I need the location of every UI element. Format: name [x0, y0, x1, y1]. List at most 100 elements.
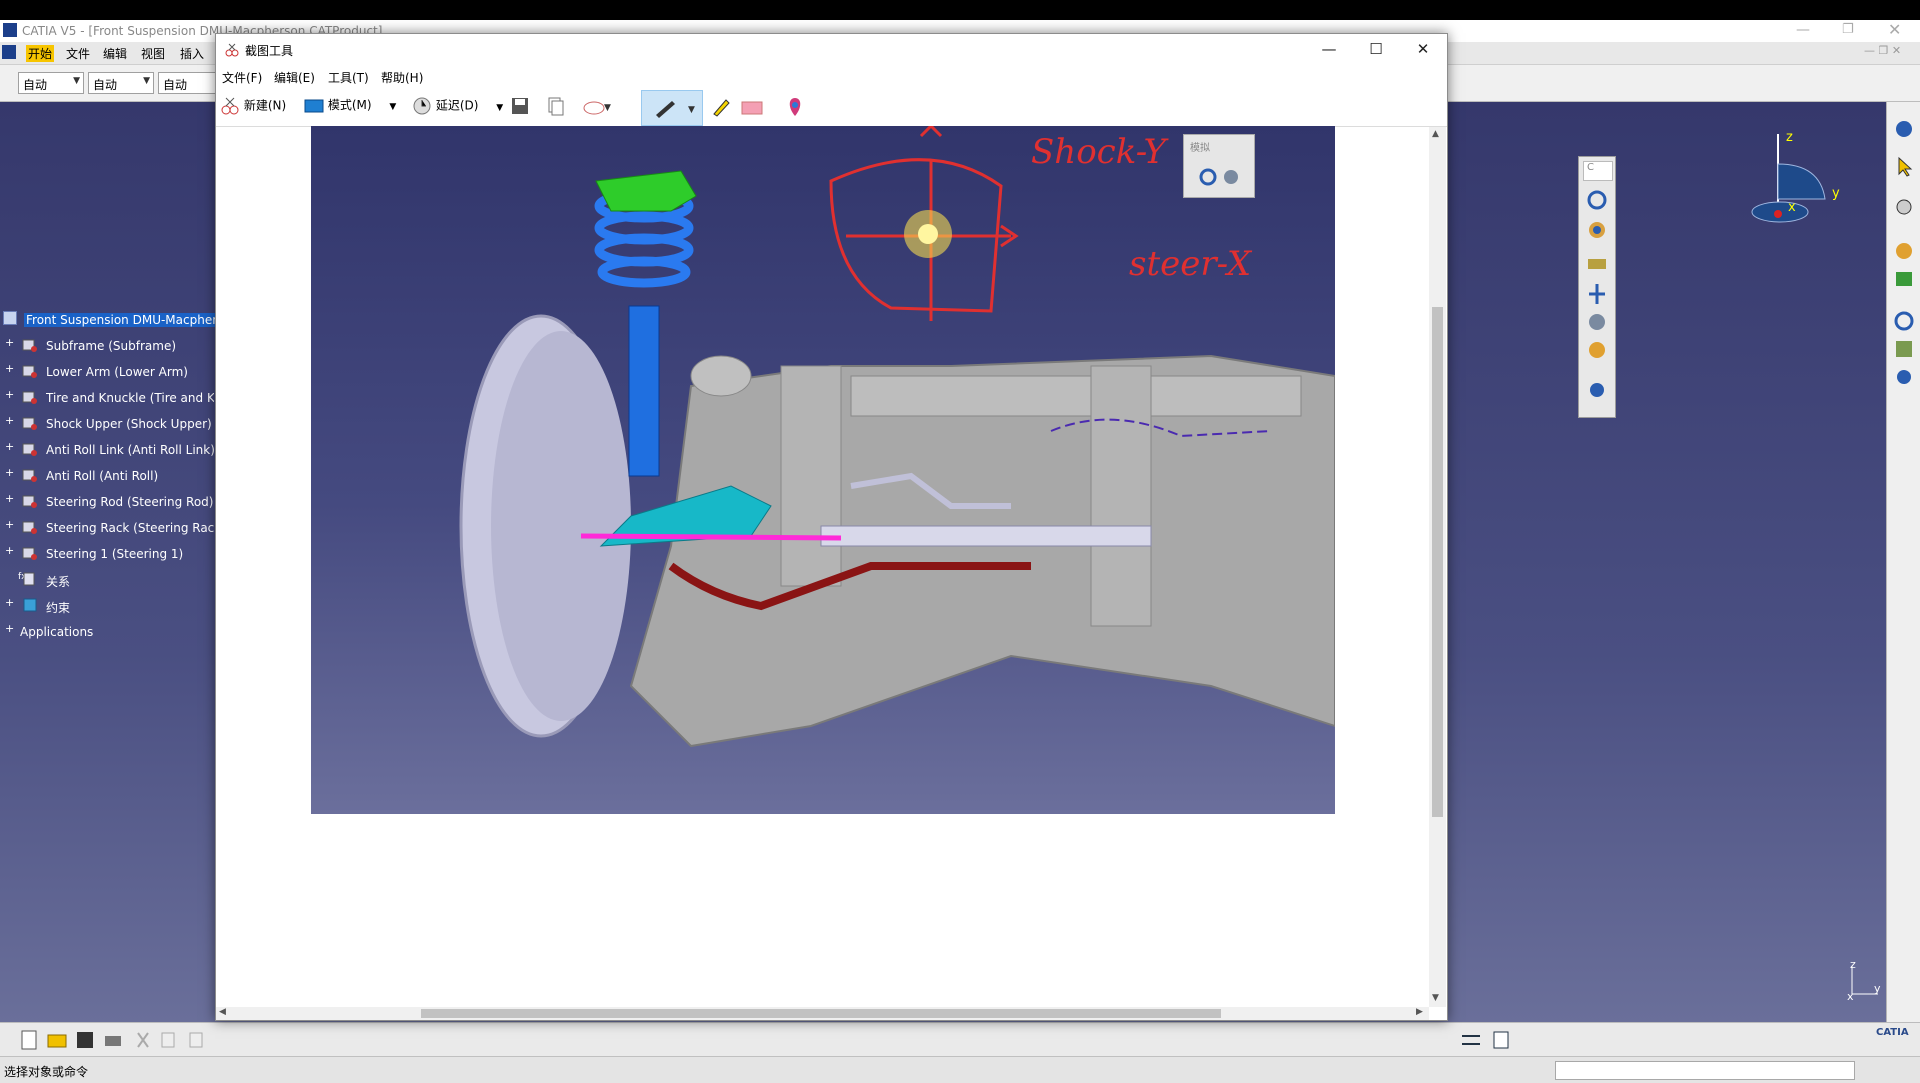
expand-icon[interactable]: + — [5, 467, 15, 478]
expand-icon[interactable]: + — [5, 363, 15, 374]
save-icon[interactable] — [510, 96, 530, 118]
part-icon — [22, 441, 38, 457]
horizontal-scrollbar[interactable]: ◀ ▶ — [216, 1007, 1429, 1020]
menu-file[interactable]: 文件(F) — [222, 69, 262, 86]
tree-root[interactable]: Front Suspension DMU-Macpherson — [0, 310, 241, 330]
joint-icon[interactable] — [1891, 308, 1917, 334]
menu-file[interactable]: 文件 — [66, 45, 90, 62]
snipping-tool-window: 截图工具 — ☐ ✕ 文件(F) 编辑(E) 工具(T) 帮助(H) 新建(N)… — [215, 33, 1448, 1021]
paste-icon[interactable] — [184, 1027, 210, 1053]
minimize-icon[interactable]: — — [1796, 22, 1810, 38]
new-file-icon[interactable] — [16, 1027, 42, 1053]
open-folder-icon[interactable] — [44, 1027, 70, 1053]
sim-panel: 模拟 — [1183, 134, 1255, 198]
rigid-icon[interactable] — [1891, 336, 1917, 362]
expand-icon[interactable]: + — [5, 493, 15, 504]
close-icon[interactable]: ✕ — [1888, 20, 1901, 39]
axis-x-label: x — [1847, 990, 1854, 1003]
fix-icon[interactable] — [1891, 266, 1917, 292]
expand-icon[interactable]: + — [5, 337, 15, 348]
expand-icon[interactable]: + — [5, 441, 15, 452]
menu-help[interactable]: 帮助(H) — [381, 69, 423, 86]
annotation-steer-x: steer-X — [1129, 244, 1252, 284]
part-icon — [22, 519, 38, 535]
svg-text:▼: ▼ — [688, 105, 695, 115]
expand-icon[interactable]: + — [5, 545, 15, 556]
pen-button[interactable]: ▼ — [641, 90, 703, 126]
part-icon — [22, 389, 38, 405]
scroll-left-icon[interactable]: ◀ — [219, 1007, 226, 1017]
status-text: 选择对象或命令 — [4, 1065, 89, 1079]
new-snip-button[interactable]: 新建(N) — [220, 96, 286, 118]
copy-icon[interactable] — [156, 1027, 182, 1053]
maximize-icon[interactable]: ☐ — [1361, 40, 1391, 60]
swap-icon[interactable] — [1458, 1027, 1484, 1053]
vertical-scrollbar[interactable]: ▲ ▼ — [1429, 127, 1446, 1007]
command-input[interactable] — [1555, 1061, 1855, 1080]
bottom-toolbar: CATIA — [0, 1022, 1920, 1057]
menu-view[interactable]: 视图 — [141, 45, 165, 62]
send-snip-icon[interactable]: ▼ — [582, 96, 612, 118]
expand-icon[interactable]: + — [5, 623, 15, 634]
axis-y-label: y — [1874, 982, 1881, 995]
compass-icon[interactable] — [1740, 124, 1850, 234]
workbench-icon[interactable] — [1891, 116, 1917, 142]
minimize-icon[interactable]: — — [1314, 40, 1344, 60]
highlighter-icon[interactable] — [710, 96, 732, 118]
scroll-down-icon[interactable]: ▼ — [1432, 993, 1439, 1003]
properties-icon[interactable] — [1488, 1027, 1514, 1053]
combo-linetype[interactable]: 自动 ▼ — [88, 72, 154, 94]
track-icon[interactable] — [1584, 251, 1610, 277]
expand-icon[interactable]: + — [5, 597, 15, 608]
menu-start[interactable]: 开始 — [26, 45, 55, 62]
expand-icon[interactable]: + — [5, 415, 15, 426]
status-bar: 选择对象或命令 — [0, 1056, 1920, 1083]
snip-title-bar: 截图工具 — ☐ ✕ — [216, 34, 1447, 66]
simulation-icon[interactable] — [1584, 187, 1610, 213]
part-icon — [22, 337, 38, 353]
assembly-icon[interactable] — [1891, 238, 1917, 264]
manipulation-icon[interactable] — [1891, 194, 1917, 220]
scissors-icon — [224, 42, 240, 58]
select-cursor-icon[interactable] — [1891, 154, 1917, 180]
eraser-icon[interactable] — [739, 96, 765, 118]
tool-palette: C — [1578, 156, 1616, 418]
paint3d-icon[interactable] — [784, 96, 806, 118]
captured-image: Shock-Y steer-X 模拟 — [311, 126, 1335, 814]
horizontal-scroll-thumb[interactable] — [421, 1009, 1221, 1018]
product-icon — [3, 311, 17, 325]
suspension-model-render — [459, 126, 1335, 748]
part-icon — [22, 493, 38, 509]
scroll-right-icon[interactable]: ▶ — [1416, 1007, 1423, 1017]
part-icon — [22, 467, 38, 483]
swept-volume-icon[interactable] — [1584, 377, 1610, 403]
menu-tools[interactable]: 工具(T) — [328, 69, 369, 86]
mode-button[interactable]: 模式(M) ▼ — [304, 96, 396, 118]
expand-icon[interactable]: + — [5, 519, 15, 530]
sim-icons — [1199, 168, 1238, 186]
expand-icon[interactable]: + — [5, 389, 15, 400]
copy-icon[interactable] — [546, 96, 566, 118]
scroll-up-icon[interactable]: ▲ — [1432, 129, 1439, 139]
mechanism-icon[interactable] — [1584, 281, 1610, 307]
clash-icon[interactable] — [1584, 337, 1610, 363]
close-icon[interactable]: ✕ — [1408, 40, 1438, 60]
delay-button[interactable]: 延迟(D) ▼ — [412, 96, 503, 118]
menu-insert[interactable]: 插入 — [180, 45, 204, 62]
edit-simulation-icon[interactable] — [1584, 217, 1610, 243]
restore-icon[interactable]: ❐ — [1842, 22, 1854, 37]
combo-color[interactable]: 自动 ▼ — [18, 72, 84, 94]
doc-minimize-icon[interactable]: — ❐ ✕ — [1864, 44, 1901, 57]
palette-header: C — [1583, 161, 1613, 181]
cut-icon[interactable] — [130, 1027, 156, 1053]
annotation-shock-y: Shock-Y — [1031, 132, 1166, 172]
part-icon — [22, 545, 38, 561]
right-toolbar — [1886, 102, 1920, 1022]
save-icon[interactable] — [72, 1027, 98, 1053]
replay-icon[interactable] — [1584, 309, 1610, 335]
menu-edit[interactable]: 编辑(E) — [274, 69, 315, 86]
vertical-scroll-thumb[interactable] — [1432, 307, 1443, 817]
menu-edit[interactable]: 编辑 — [103, 45, 127, 62]
print-icon[interactable] — [100, 1027, 126, 1053]
gear-joint-icon[interactable] — [1891, 364, 1917, 390]
